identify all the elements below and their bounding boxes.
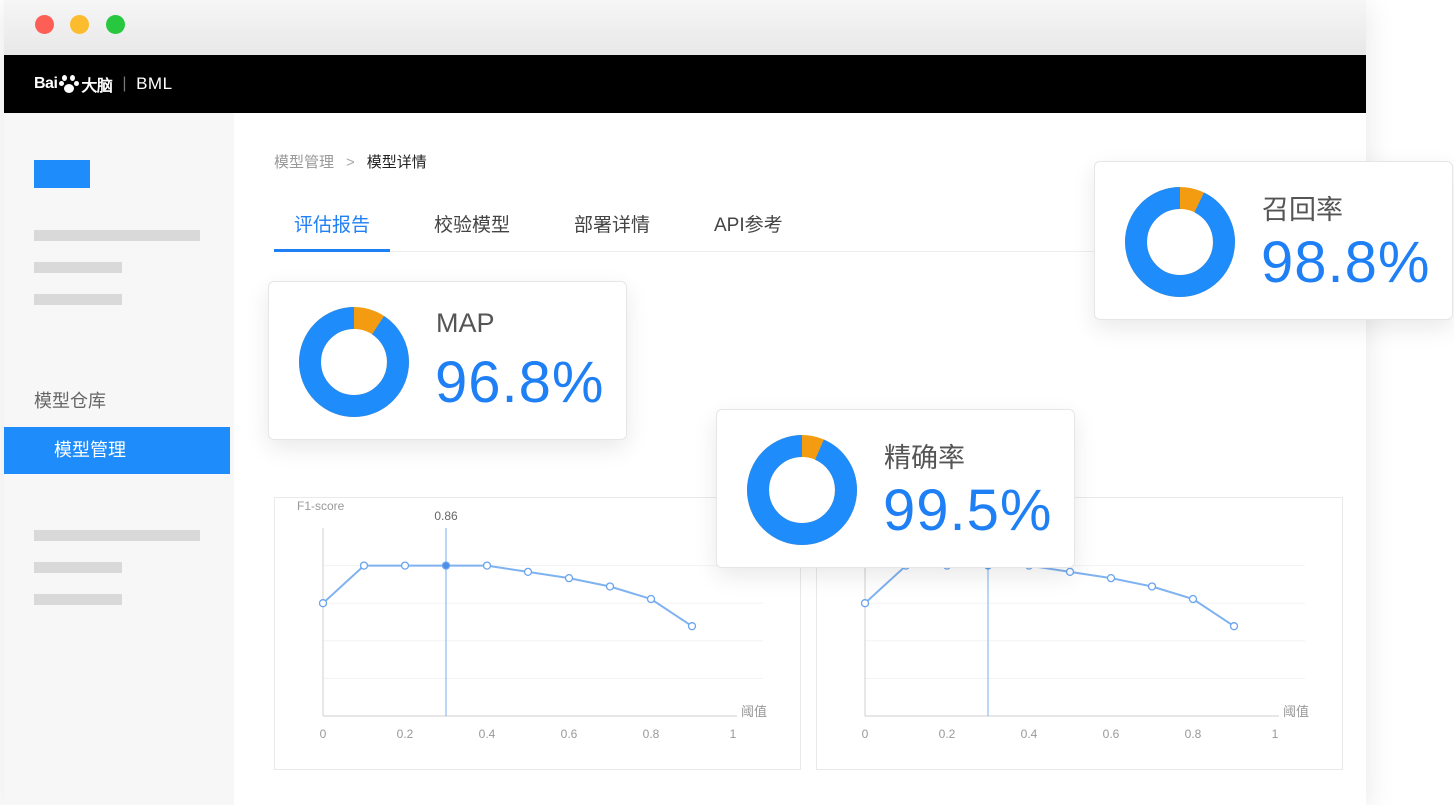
title-bar	[4, 0, 1366, 55]
breadcrumb-current: 模型详情	[366, 154, 427, 171]
x-tick-label: 0.8	[1185, 727, 1202, 741]
x-tick-label: 0.8	[643, 727, 660, 741]
x-tick-label: 0.6	[561, 727, 578, 741]
sidebar-placeholder-bar	[34, 594, 122, 605]
data-point	[860, 599, 870, 608]
metric-label-recall: 召回率	[1262, 195, 1343, 225]
maximize-window-button[interactable]	[106, 15, 125, 34]
sidebar-item-model-management[interactable]: 模型管理	[4, 427, 230, 474]
metric-card-recall: 召回率 98.8%	[1094, 161, 1453, 320]
chevron-right-icon: >	[346, 154, 355, 171]
donut-value-arc	[747, 435, 857, 545]
map-donut-icon	[299, 307, 409, 417]
data-point	[400, 561, 410, 570]
product-name: BML	[136, 74, 173, 93]
metric-card-map: MAP 96.8%	[268, 281, 627, 440]
x-tick-label: 0.2	[939, 727, 956, 741]
x-axis-label: 阈值	[741, 704, 767, 720]
x-tick-label: 0	[320, 727, 327, 741]
sidebar-placeholder-block	[34, 160, 90, 188]
sidebar-placeholder-bar	[34, 262, 122, 273]
logo-cn-text: 大脑	[81, 78, 113, 95]
metric-card-precision: 精确率 99.5%	[716, 409, 1075, 568]
x-tick-label: 1	[730, 727, 737, 741]
tab-deployment-details[interactable]: 部署详情	[574, 200, 650, 252]
sidebar-placeholder-bar	[34, 294, 122, 305]
data-point	[564, 573, 574, 583]
metric-value-map: 96.8%	[435, 350, 605, 415]
x-tick-label: 0.4	[479, 727, 496, 741]
tab-api-reference[interactable]: API参考	[714, 200, 783, 252]
data-point	[605, 582, 615, 591]
highlight-label: 0.86	[434, 509, 458, 523]
x-tick-label: 0	[862, 727, 869, 741]
metric-label-map: MAP	[436, 308, 495, 338]
app-window: Bai 大脑 | BML 模型仓库 模型管理 模型管理 > 模型详情 评估报告 …	[4, 0, 1366, 805]
series-line	[322, 564, 693, 628]
data-point	[1188, 594, 1198, 604]
paw-icon	[59, 75, 80, 93]
sidebar-placeholder-bar	[34, 230, 200, 241]
metric-label-precision: 精确率	[884, 443, 965, 473]
data-point	[646, 594, 656, 604]
recall-donut-icon	[1125, 187, 1235, 297]
sidebar: 模型仓库 模型管理	[4, 113, 230, 805]
x-axis-label: 阈值	[1283, 704, 1309, 720]
baidu-logo[interactable]: Bai 大脑 | BML	[34, 72, 173, 96]
data-point	[687, 622, 697, 631]
metric-value-precision: 99.5%	[883, 478, 1053, 543]
tab-evaluation-report[interactable]: 评估报告	[274, 200, 391, 252]
y-axis-label: F1-score	[297, 499, 345, 513]
precision-donut-icon	[747, 435, 857, 545]
data-point	[441, 561, 451, 570]
x-tick-label: 0.2	[397, 727, 414, 741]
donut-value-arc	[299, 307, 409, 417]
x-tick-label: 0.6	[1103, 727, 1120, 741]
logo-text: Bai	[34, 75, 58, 92]
data-point	[1065, 567, 1075, 577]
data-point	[1229, 622, 1239, 631]
sidebar-placeholder-bar	[34, 530, 200, 541]
tab-validate-model[interactable]: 校验模型	[434, 200, 510, 252]
tab-bar: 评估报告 校验模型 部署详情 API参考	[274, 200, 1114, 252]
sidebar-section-title: 模型仓库	[34, 391, 106, 411]
data-point	[482, 561, 492, 570]
x-tick-label: 1	[1272, 727, 1279, 741]
breadcrumb-parent[interactable]: 模型管理	[274, 154, 334, 171]
data-point	[318, 599, 328, 608]
sidebar-placeholder-bar	[34, 562, 122, 573]
data-point	[523, 567, 533, 577]
top-navigation: Bai 大脑 | BML	[4, 55, 1366, 113]
data-point	[1106, 573, 1116, 583]
breadcrumb: 模型管理 > 模型详情	[274, 151, 427, 172]
logo-divider: |	[122, 75, 127, 92]
close-window-button[interactable]	[35, 15, 54, 34]
data-point	[359, 561, 369, 570]
minimize-window-button[interactable]	[70, 15, 89, 34]
series-line	[864, 564, 1235, 628]
metric-value-recall: 98.8%	[1261, 230, 1431, 295]
donut-value-arc	[1125, 187, 1235, 297]
data-point	[1147, 582, 1157, 591]
x-tick-label: 0.4	[1021, 727, 1038, 741]
